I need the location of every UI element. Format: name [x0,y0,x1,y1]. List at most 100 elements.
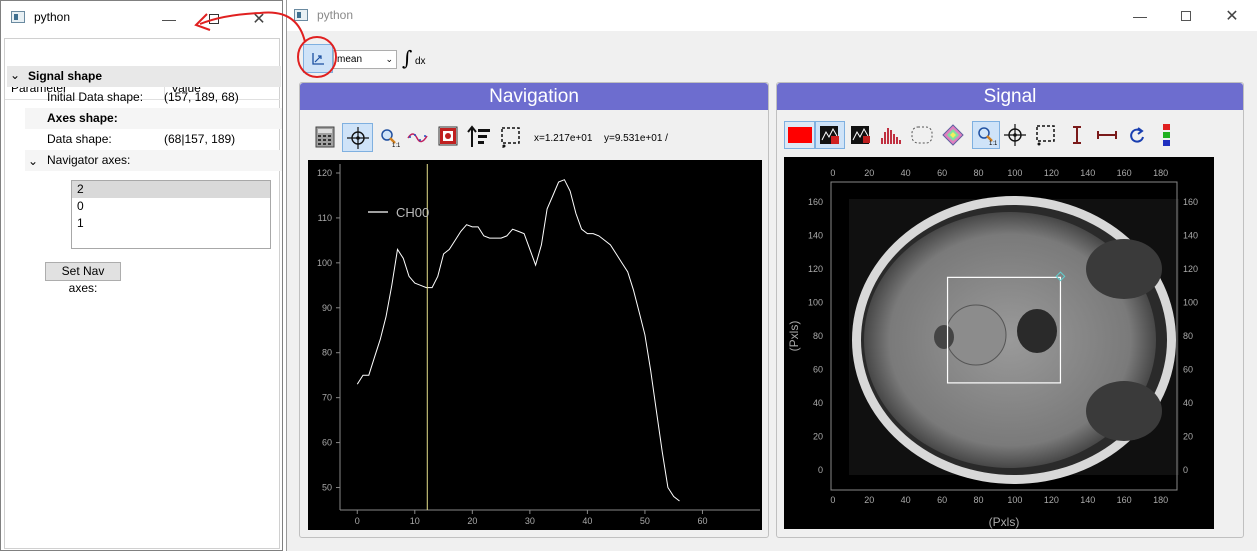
x-axis-label: (Pxls) [989,515,1020,529]
param-row[interactable]: ⌄ Navigator axes: [25,150,282,171]
rgb-channels-icon[interactable] [1155,123,1179,147]
x-tick-label: 30 [525,516,535,526]
set-nav-axes-button[interactable]: Set Nav axes: [45,262,121,295]
y-tick-label-left: 140 [808,231,823,241]
zoom-icon[interactable]: 1:1 [377,125,401,149]
refresh-icon[interactable] [1125,123,1149,147]
x-tick-label-top: 180 [1153,168,1168,178]
y-tick-label: 120 [317,168,332,178]
histogram-toggle-icon[interactable] [815,121,845,149]
x-tick-label-bottom: 100 [1007,495,1022,505]
roi-select-icon[interactable] [499,125,523,149]
integral-button[interactable]: ∫ [402,46,412,70]
x-tick-label-bottom: 180 [1153,495,1168,505]
x-tick-label-top: 140 [1080,168,1095,178]
y-tick-label-left: 100 [808,298,823,308]
color-icon[interactable] [784,121,815,149]
image-mask-icon[interactable] [849,123,873,147]
y-tick-label-left: 0 [818,465,823,475]
parameter-window: python — ✕ Parameter Value ⌄ Signal shap… [0,0,283,551]
3d-view-icon[interactable] [941,123,965,147]
param-value: (68|157, 189) [164,132,236,146]
x-tick-label-bottom: 60 [937,495,947,505]
zoom-icon[interactable]: 1:1 [972,121,1000,149]
calculator-icon[interactable] [313,125,337,149]
x-tick-label-top: 80 [973,168,983,178]
param-row[interactable]: Axes shape: [25,108,282,129]
y-tick-label-right: 80 [1183,331,1193,341]
maximize-button[interactable] [1163,0,1209,31]
y-tick-label-right: 60 [1183,365,1193,375]
curve-fit-icon[interactable] [407,125,431,149]
x-tick-label-top: 120 [1044,168,1059,178]
x-tick-label-bottom: 140 [1080,495,1095,505]
horizontal-range-icon[interactable] [1095,123,1119,147]
y-tick-label: 60 [322,438,332,448]
list-item[interactable]: 2 [72,181,270,198]
param-label: Initial Data shape: [47,90,144,104]
list-item[interactable]: 0 [72,198,270,215]
cursor-x-readout: x=1.217e+01 [534,133,593,144]
navigation-panel: Navigation 1:1 x=1.217e+01 y=9.531e+01 /… [299,82,769,538]
orbit-top [1086,239,1162,299]
y-tick-label-right: 120 [1183,264,1198,274]
list-item[interactable]: 1 [72,215,270,232]
x-tick-label-top: 40 [901,168,911,178]
x-tick-label-top: 60 [937,168,947,178]
math-function-select[interactable]: mean ⌄ [333,50,397,69]
y-axis-label: (Pxls) [787,321,801,352]
svg-text:1:1: 1:1 [392,143,400,148]
param-value: (157, 189, 68) [164,90,239,104]
main-titlebar: python — ✕ [287,0,1257,31]
dark-region [934,325,954,349]
y-tick-label-left: 40 [813,398,823,408]
app-icon [11,11,25,23]
vertical-range-icon[interactable] [1065,123,1089,147]
chevron-down-icon: ⌄ [28,154,39,168]
x-tick-label: 0 [355,516,360,526]
minimize-button[interactable]: — [1117,0,1163,31]
nav-axes-list[interactable]: 2 0 1 [71,180,271,249]
y-tick-label-left: 160 [808,197,823,207]
crosshair-icon[interactable] [342,123,373,152]
navigation-header: Navigation [300,83,768,110]
y-tick-label-right: 100 [1183,298,1198,308]
y-tick-label-left: 120 [808,264,823,274]
focus-icon[interactable] [436,125,460,149]
y-tick-label-right: 40 [1183,398,1193,408]
y-tick-label-left: 20 [813,432,823,442]
y-tick-label-right: 160 [1183,197,1198,207]
group-label: Signal shape [28,69,103,83]
chevron-down-icon: ⌄ [385,54,393,64]
param-row[interactable]: Initial Data shape: (157, 189, 68) [25,87,282,108]
x-tick-label-top: 0 [830,168,835,178]
param-window-title: python [34,10,71,24]
sort-icon[interactable] [467,125,491,149]
x-tick-label-bottom: 80 [973,495,983,505]
crosshair-icon[interactable] [1003,123,1027,147]
plot-background [308,160,762,530]
signal-image-plot[interactable]: 0 0 20 20 40 40 60 60 80 80 100 100 120 120 140 140 160 1… [784,157,1214,529]
cistern [1017,309,1057,353]
param-label: Navigator axes: [47,153,131,167]
param-label: Axes shape: [47,111,118,125]
close-button[interactable]: ✕ [1209,0,1255,31]
signal-panel: Signal 1:1 0 0 20 20 40 40 60 60 80 80 1… [776,82,1244,538]
chevron-down-icon: ⌄ [10,68,21,82]
roi-ellipse-icon[interactable] [910,123,934,147]
group-row[interactable]: ⌄ Signal shape [7,66,281,87]
main-window: python — ✕ mean ⌄ ∫ dx Navigation 1:1 x=… [286,0,1257,551]
param-label: Data shape: [47,132,112,146]
y-tick-label: 90 [322,303,332,313]
roi-select-icon[interactable] [1034,123,1058,147]
y-tick-label: 80 [322,348,332,358]
legend-label: CH00 [396,205,429,220]
x-tick-label-top: 20 [864,168,874,178]
x-tick-label: 60 [697,516,707,526]
param-row[interactable]: Data shape: (68|157, 189) [25,129,282,150]
navigation-plot[interactable]: 50 60 70 80 90 100 110 120 0 10 20 30 40 50 60 CH00 [308,160,762,530]
x-tick-label-bottom: 40 [901,495,911,505]
x-tick-label-bottom: 120 [1044,495,1059,505]
histogram-icon[interactable] [879,123,903,147]
x-tick-label-bottom: 0 [830,495,835,505]
